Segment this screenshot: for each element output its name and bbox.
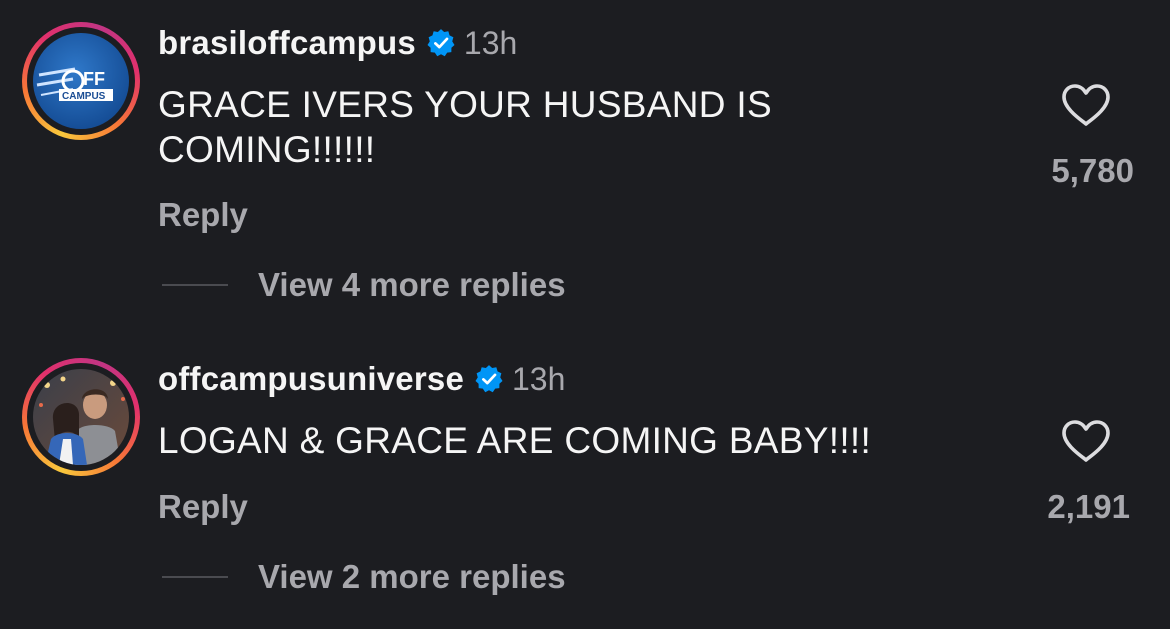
reply-button[interactable]: Reply (158, 488, 248, 526)
view-more-replies[interactable]: View 2 more replies (162, 558, 566, 596)
avatar (33, 369, 129, 465)
couple-photo-avatar (33, 369, 129, 465)
comment-text: LOGAN & GRACE ARE COMING BABY!!!! (158, 420, 872, 461)
comment-timestamp: 13h (512, 360, 566, 397)
verified-badge-icon (475, 365, 503, 393)
comment-item: offcampusuniverse 13h LOGAN & GRACE ARE … (0, 0, 1170, 629)
view-replies-label[interactable]: View 2 more replies (258, 558, 566, 596)
heart-outline-icon[interactable] (1060, 418, 1112, 464)
avatar-story-ring[interactable] (22, 358, 140, 476)
comment-header: offcampusuniverse 13h (158, 360, 565, 398)
like-count: 2,191 (1047, 488, 1130, 525)
username-link[interactable]: offcampusuniverse (158, 360, 464, 398)
reply-thread-divider (162, 576, 228, 578)
